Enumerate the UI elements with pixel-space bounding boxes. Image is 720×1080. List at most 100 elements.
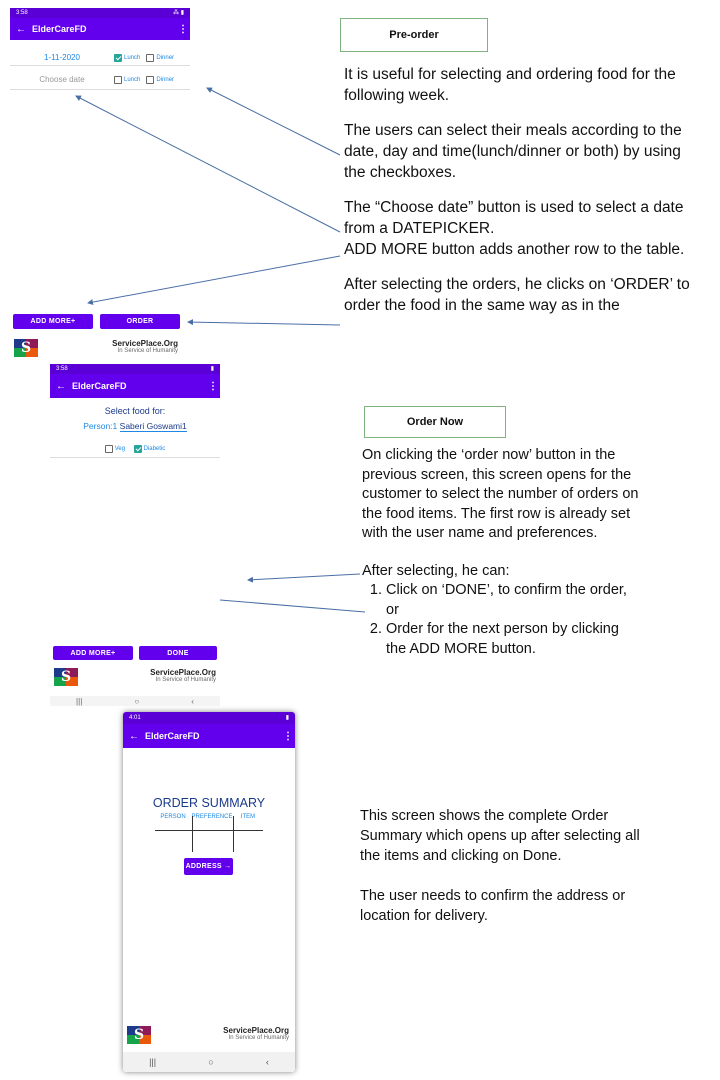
summary-title: ORDER SUMMARY [152,796,266,810]
veg-checkbox[interactable] [104,444,113,453]
nav-bar: ||| ○ ‹ [50,696,220,706]
dinner-label: Dinner [156,54,175,61]
home-icon[interactable]: ○ [134,697,139,706]
org-tagline: In Service of Humanity [228,1035,289,1041]
overflow-menu-icon[interactable]: ⋮ [176,24,190,35]
column-preference: PREFERENCE [191,814,233,820]
ordernow-list: Click on ‘DONE’, to confirm the order, o… [362,581,642,659]
app-title: ElderCareFD [72,381,127,391]
org-name: ServicePlace.Org [223,1026,289,1035]
app-bar: ← ElderCareFD ⋮ [10,18,190,40]
home-icon[interactable]: ○ [208,1057,213,1067]
dinner-checkbox[interactable] [146,53,155,62]
status-time: 4:01 [129,715,141,721]
dinner-checkbox[interactable] [146,75,155,84]
app-bar: ← ElderCareFD ⋮ [123,724,295,748]
serviceplace-logo: S [54,668,78,686]
preorder-datepicker-text: The “Choose date” button is used to sele… [344,199,684,237]
divider [50,457,220,458]
back-arrow-icon[interactable]: ← [10,24,32,35]
preorder-description: It is useful for selecting and ordering … [344,64,704,356]
lunch-checkbox[interactable] [114,75,122,84]
person-label: Person:1 [83,421,118,431]
back-arrow-icon[interactable]: ← [123,731,145,742]
ordernow-heading: Order Now [364,406,506,438]
ordernow-paragraph: On clicking the ‘order now’ button in th… [362,447,639,541]
overflow-menu-icon[interactable]: ⋮ [281,731,295,742]
arrow-to-choose-date [75,95,341,233]
serviceplace-logo: S [127,1026,151,1044]
org-tagline: In Service of Humanity [155,677,216,683]
arrow-to-add-more [87,255,341,306]
add-more-button[interactable]: ADD MORE+ [13,314,93,329]
status-time: 3:58 [56,366,68,372]
arrow-to-checkboxes [206,87,341,156]
diabetic-checkbox[interactable] [133,444,142,453]
nav-bar: ||| ○ ‹ [123,1052,295,1072]
arrow-to-order [187,319,341,326]
choose-date-button[interactable]: Choose date [10,75,114,84]
select-food-label: Select food for: [104,406,166,416]
app-title: ElderCareFD [32,24,87,34]
status-icons: ▮ [210,366,214,372]
ordernow-after: After selecting, he can: [362,562,510,579]
order-summary-screen: 4:01 ▮ ← ElderCareFD ⋮ ORDER SUMMARY PER… [123,712,295,1072]
serviceplace-logo: S [14,339,38,357]
summary-table: PERSON PREFERENCE ITEM [155,814,263,852]
overflow-menu-icon[interactable]: ⋮ [206,381,220,392]
arrow-from-list [219,599,366,613]
recents-icon[interactable]: ||| [149,1057,156,1067]
preorder-paragraph: It is useful for selecting and ordering … [344,66,676,104]
summary-paragraph: This screen shows the complete Order Sum… [360,808,640,864]
meal-row: 1-11-2020 Lunch Dinner [10,50,190,66]
order-button[interactable]: ORDER [100,314,180,329]
summary-paragraph: The user needs to confirm the address or… [360,888,626,924]
meal-row: Choose date Lunch Dinner [10,70,190,90]
status-bar: 3:58 ⁂ ▮ [10,8,190,18]
org-name: ServicePlace.Org [112,339,178,348]
lunch-checkbox[interactable] [114,53,122,62]
table-rule [155,830,263,831]
done-button[interactable]: DONE [139,646,217,660]
status-time: 3:58 [16,10,28,16]
back-icon[interactable]: ‹ [191,697,194,706]
add-more-button[interactable]: ADD MORE+ [53,646,133,660]
back-icon[interactable]: ‹ [266,1057,269,1067]
date-button[interactable]: 1-11-2020 [10,53,114,62]
lunch-label: Lunch [124,76,141,83]
preorder-paragraph: The users can select their meals accordi… [344,122,682,181]
column-person: PERSON [160,814,186,820]
app-bar: ← ElderCareFD ⋮ [50,374,220,398]
status-bar: 3:58 ▮ [50,364,220,374]
table-header: PERSON PREFERENCE ITEM [155,814,263,824]
org-tagline: In Service of Humanity [117,348,178,354]
preorder-paragraph: The “Choose date” button is used to sele… [344,197,704,260]
org-block: ServicePlace.Org In Service of Humanity [171,1026,289,1041]
recents-icon[interactable]: ||| [76,697,82,706]
status-icons: ▮ [285,715,289,721]
org-block: ServicePlace.Org In Service of Humanity [96,668,216,683]
org-block: ServicePlace.Org In Service of Humanity [60,339,178,354]
address-button[interactable]: ADDRESS → [184,858,233,875]
preorder-screen: 3:58 ⁂ ▮ ← ElderCareFD ⋮ 1-11-2020 Lunch… [10,8,190,92]
ordernow-list-item: Order for the next person by clicking th… [386,620,642,659]
veg-label: Veg [114,445,126,452]
preorder-heading: Pre-order [340,18,488,52]
person-row: Person:1 Saberi Goswami1 [50,421,220,432]
person-name-field[interactable]: Saberi Goswami1 [119,421,187,432]
table-divider [233,816,234,852]
column-item: ITEM [240,814,256,820]
back-arrow-icon[interactable]: ← [50,381,72,392]
app-title: ElderCareFD [145,731,200,741]
arrow-to-rows [247,573,361,583]
preorder-paragraph: After selecting the orders, he clicks on… [344,276,690,314]
preference-row: Veg Diabetic [50,440,220,458]
status-bar: 4:01 ▮ [123,712,295,724]
ordernow-screen: 3:58 ▮ ← ElderCareFD ⋮ Select food for: … [50,364,220,460]
dinner-label: Dinner [156,76,175,83]
org-name: ServicePlace.Org [150,668,216,677]
diabetic-label: Diabetic [143,445,166,452]
table-divider [192,816,193,852]
ordernow-description: On clicking the ‘order now’ button in th… [362,446,642,659]
preorder-addmore-text: ADD MORE button adds another row to the … [344,241,685,258]
